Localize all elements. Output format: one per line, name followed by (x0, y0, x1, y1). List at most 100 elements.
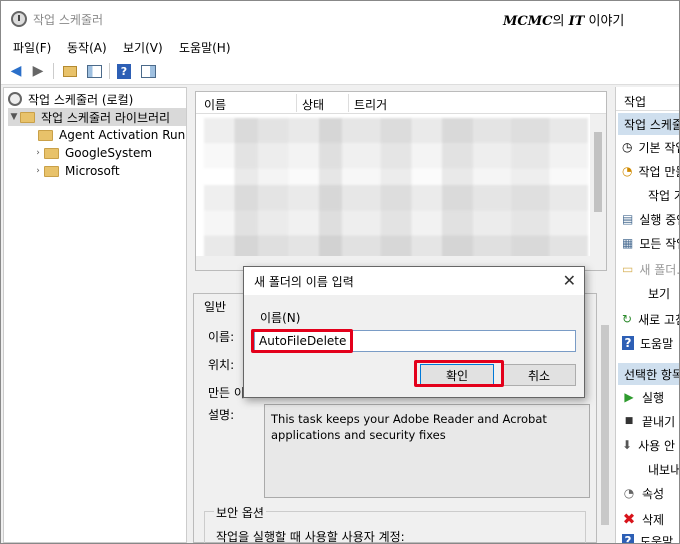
scheduler-clock-icon (8, 92, 22, 106)
action-export[interactable]: 내보내기... (616, 459, 679, 479)
actions-header: 작업 (616, 89, 679, 111)
show-hide-pane-icon[interactable] (85, 62, 103, 80)
folder-icon (44, 165, 59, 177)
chevron-down-icon[interactable]: ▼ (8, 112, 20, 122)
refresh-icon: ↻ (622, 312, 633, 326)
menu-action[interactable]: 동작(A) (67, 39, 107, 56)
highlight-box-ok (414, 360, 504, 387)
folder-icon (38, 129, 53, 141)
basic-task-icon: ◷ (622, 140, 633, 154)
chevron-right-icon[interactable]: › (32, 148, 44, 158)
actions-pane: 작업 작업 스케줄러 라이브러리 ◷기본 작업 만들기... ◔작업 만들기..… (615, 87, 679, 543)
author-label: 만든 이 (208, 386, 245, 400)
location-label: 위치: (208, 358, 235, 372)
console-tree: 작업 스케줄러 (로컬) ▼ 작업 스케줄러 라이브러리 Agent Activ… (3, 87, 187, 543)
history-icon: ▦ (622, 236, 634, 250)
security-account-text: 작업을 실행할 때 사용할 사용자 계정: (216, 530, 405, 544)
watermark-brand: MCMC (503, 14, 553, 29)
action-display-running[interactable]: ▤실행 중인 모든 작업 표시 (616, 209, 679, 229)
details-vertical-scrollbar[interactable] (599, 317, 611, 543)
action-refresh[interactable]: ↻새로 고침 (616, 309, 679, 329)
description-label: 설명: (208, 408, 235, 422)
forward-arrow-icon[interactable]: ▶ (29, 62, 47, 80)
disable-icon: ⬇ (622, 438, 633, 452)
blurred-task-rows (204, 118, 588, 258)
menu-file[interactable]: 파일(F) (13, 39, 51, 56)
tab-general[interactable]: 일반 (204, 298, 226, 315)
task-list-header: 이름 상태 트리거 (196, 92, 606, 114)
watermark-bold: IT (568, 14, 585, 29)
folder-up-icon[interactable] (61, 62, 79, 80)
cancel-button[interactable]: 취소 (502, 364, 576, 386)
tree-item-googlesystem[interactable]: › GoogleSystem (32, 144, 152, 162)
scroll-thumb[interactable] (594, 132, 602, 212)
action-create-task[interactable]: ◔작업 만들기... (616, 161, 679, 181)
tree-item-microsoft[interactable]: › Microsoft (32, 162, 120, 180)
window-title: 작업 스케줄러 (33, 13, 104, 27)
action-run[interactable]: ▶ 실행 (616, 387, 679, 407)
task-list-vertical-scrollbar[interactable] (590, 114, 606, 270)
action-help[interactable]: ? 도움말 (616, 333, 679, 353)
action-end[interactable]: ■ 끝내기 (616, 411, 679, 431)
library-folder-icon (20, 111, 35, 123)
tree-root-label: 작업 스케줄러 (로컬) (28, 92, 134, 107)
new-folder-icon: ▭ (622, 262, 634, 276)
help-icon: ? (622, 336, 634, 350)
column-separator[interactable] (348, 94, 349, 112)
toolbar-separator (53, 63, 54, 79)
run-icon: ▶ (624, 390, 634, 404)
end-icon: ■ (624, 416, 634, 426)
action-properties[interactable]: ◔ 속성 (616, 483, 679, 503)
action-create-basic-task[interactable]: ◷기본 작업 만들기... (616, 137, 679, 157)
actions-section-selected[interactable]: 선택한 항목 (618, 363, 679, 385)
name-label: 이름: (208, 330, 235, 344)
task-scheduler-app-icon (11, 11, 27, 27)
toolbar-separator (109, 63, 110, 79)
scroll-thumb[interactable] (601, 325, 609, 525)
tree-item-label: Agent Activation Run (59, 128, 186, 142)
watermark: MCMC의 IT 이야기 (503, 10, 624, 29)
help-icon: ? (622, 534, 634, 543)
folder-icon (44, 147, 59, 159)
running-tasks-icon: ▤ (622, 212, 634, 226)
highlight-box-input (251, 329, 353, 353)
close-icon[interactable]: ✕ (563, 271, 576, 290)
properties-icon: ◔ (623, 486, 635, 500)
task-scheduler-window: 작업 스케줄러 MCMC의 IT 이야기 파일(F) 동작(A) 보기(V) 도… (0, 0, 680, 544)
watermark-particle: 의 (552, 14, 565, 29)
tree-root[interactable]: 작업 스케줄러 (로컬) (8, 90, 133, 108)
security-options-title: 보안 옵션 (214, 504, 266, 521)
properties-pane-icon[interactable] (139, 62, 157, 80)
tree-library[interactable]: ▼ 작업 스케줄러 라이브러리 (8, 108, 186, 126)
tree-item-label: Microsoft (65, 164, 120, 178)
menu-view[interactable]: 보기(V) (123, 39, 163, 56)
description-text: This task keeps your Adobe Reader and Ac… (264, 404, 590, 498)
action-delete[interactable]: ✖ 삭제 (616, 509, 679, 529)
action-help-selected[interactable]: ? 도움말 (616, 531, 679, 543)
column-status[interactable]: 상태 (302, 96, 324, 113)
help-icon[interactable]: ? (115, 62, 133, 80)
tree-item-agent-activation[interactable]: Agent Activation Run (38, 126, 185, 144)
tree-item-label: GoogleSystem (65, 146, 153, 160)
column-name[interactable]: 이름 (204, 96, 226, 113)
action-import-task[interactable]: 작업 가져오기... (616, 185, 679, 205)
menu-bar: 파일(F) 동작(A) 보기(V) 도움말(H) (1, 35, 679, 57)
title-bar: 작업 스케줄러 MCMC의 IT 이야기 (1, 1, 679, 35)
chevron-right-icon[interactable]: › (32, 166, 44, 176)
action-enable-history[interactable]: ▦모든 작업 기록 사용 (616, 233, 679, 253)
action-new-folder[interactable]: ▭새 폴더... (616, 259, 679, 279)
action-disable[interactable]: ⬇사용 안 함 (616, 435, 679, 455)
back-arrow-icon[interactable]: ◀ (7, 62, 25, 80)
actions-section-library[interactable]: 작업 스케줄러 라이브러리 (618, 113, 679, 135)
menu-help[interactable]: 도움말(H) (179, 39, 231, 56)
toolbar: ◀ ▶ ? (1, 57, 679, 85)
task-list: 이름 상태 트리거 (195, 91, 607, 271)
column-separator[interactable] (296, 94, 297, 112)
folder-name-label: 이름(N) (260, 311, 301, 325)
tree-library-label: 작업 스케줄러 라이브러리 (41, 110, 171, 125)
action-view[interactable]: 보기 (616, 283, 679, 303)
dialog-title: 새 폴더의 이름 입력 (244, 267, 584, 295)
column-trigger[interactable]: 트리거 (354, 96, 387, 113)
create-task-icon: ◔ (622, 164, 633, 178)
delete-icon: ✖ (622, 510, 636, 528)
